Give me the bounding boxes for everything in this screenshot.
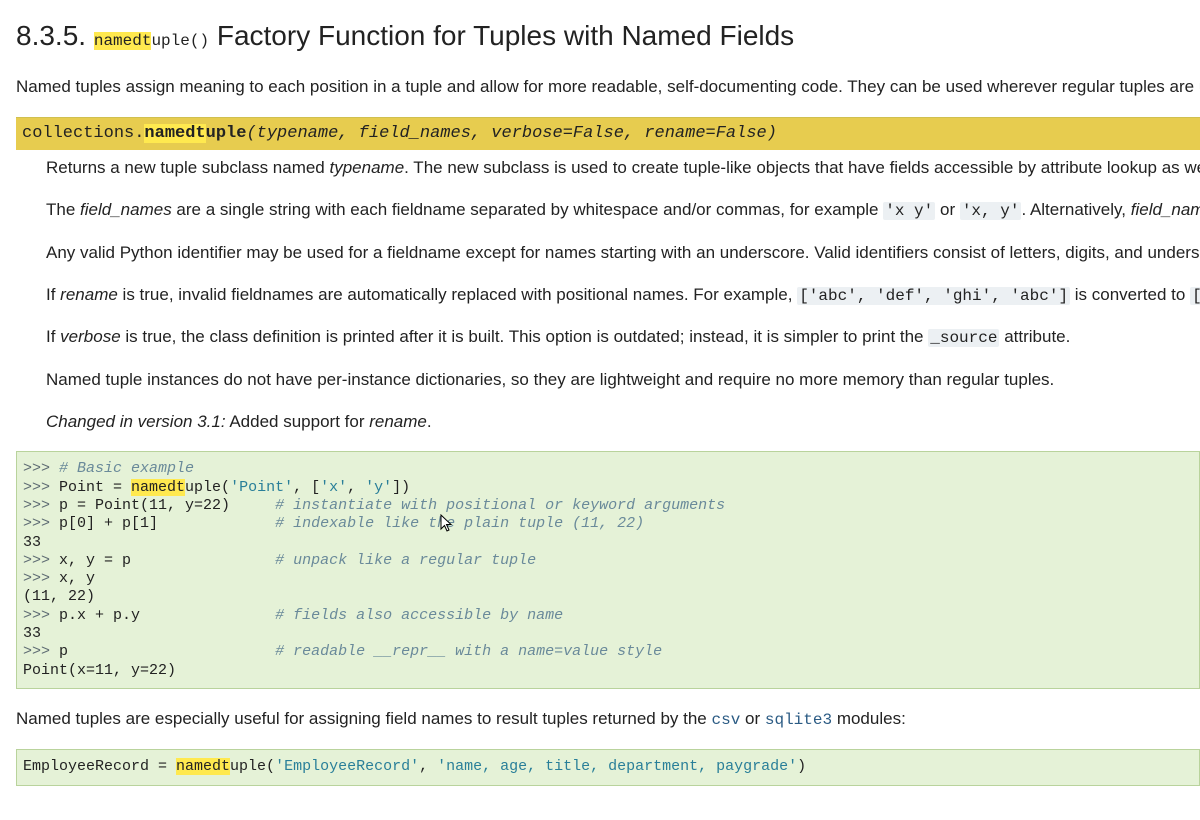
desc-p5: If verbose is true, the class definition… — [46, 325, 1200, 349]
code-example-basic[interactable]: >>> # Basic example >>> Point = namedtup… — [16, 451, 1200, 689]
intro-paragraph: Named tuples assign meaning to each posi… — [16, 75, 1200, 99]
function-signature: collections.namedtuple(typename, field_n… — [16, 117, 1200, 150]
desc-p4: If rename is true, invalid fieldnames ar… — [46, 283, 1200, 307]
desc-p8: Named tuples are especially useful for a… — [16, 707, 1200, 731]
desc-p3: Any valid Python identifier may be used … — [46, 241, 1200, 265]
code-example-employee[interactable]: EmployeeRecord = namedtuple('EmployeeRec… — [16, 749, 1200, 785]
section-number: 8.3.5. — [16, 20, 86, 51]
csv-link[interactable]: csv — [712, 709, 741, 728]
desc-p2: The field_names are a single string with… — [46, 198, 1200, 222]
sqlite3-link[interactable]: sqlite3 — [765, 709, 832, 728]
heading-code: namedtuple() — [94, 32, 209, 50]
version-changed: Changed in version 3.1: Added support fo… — [46, 410, 1200, 434]
section-heading: 8.3.5. namedtuple() Factory Function for… — [16, 16, 1200, 55]
desc-p1: Returns a new tuple subclass named typen… — [46, 156, 1200, 180]
desc-p6: Named tuple instances do not have per-in… — [46, 368, 1200, 392]
